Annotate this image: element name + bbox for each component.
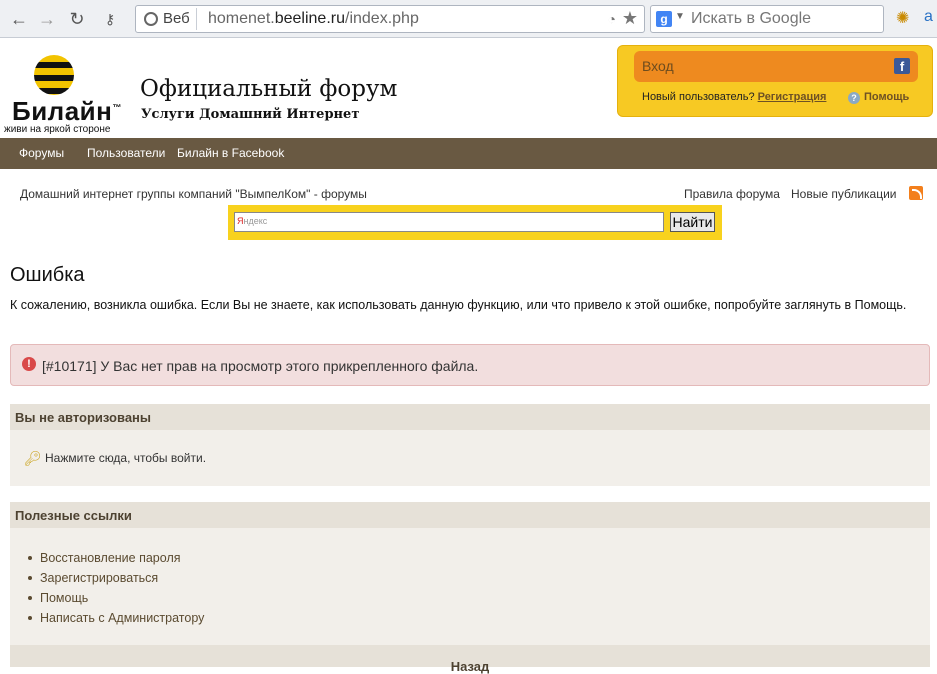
login-prompt-link[interactable]: Нажмите сюда, чтобы войти.	[45, 451, 206, 465]
new-posts-link[interactable]: Новые публикации	[791, 187, 897, 201]
rss-icon[interactable]	[909, 186, 923, 200]
url-chip[interactable]: Веб	[139, 8, 197, 30]
nav-item-facebook[interactable]: Билайн в Facebook	[177, 146, 284, 160]
useful-links-list: Восстановление пароля Зарегистрироваться…	[28, 550, 204, 630]
key-icon: 🔑︎	[24, 450, 42, 466]
page-title: Официальный форум	[140, 76, 398, 102]
beeline-logo[interactable]: Билайн™ живи на яркой стороне	[2, 52, 121, 138]
url-text[interactable]: homenet.beeline.ru/index.php	[208, 10, 419, 28]
google-icon: g	[656, 11, 672, 27]
list-item[interactable]: Зарегистрироваться	[28, 570, 204, 590]
list-item[interactable]: Написать с Администратору	[28, 610, 204, 630]
nav-item-users[interactable]: Пользователи	[87, 146, 165, 160]
facebook-icon[interactable]: f	[894, 58, 910, 74]
yandex-search: Яндекс Найти	[228, 205, 722, 240]
back-arrow-icon[interactable]: ←	[8, 8, 30, 30]
back-bar: Назад	[10, 645, 930, 674]
key-toolbar-icon[interactable]: ⚷	[96, 8, 124, 30]
list-item[interactable]: Помощь	[28, 590, 204, 610]
brand-slogan: живи на яркой стороне	[4, 124, 111, 135]
error-heading: Ошибка	[10, 264, 85, 286]
alert-text: [#10171] У Вас нет прав на просмотр этог…	[42, 358, 479, 374]
extension-icon[interactable]: ✺	[896, 8, 909, 28]
google-search-box[interactable]: g ▼ Искать в Google	[650, 5, 884, 33]
globe-icon	[144, 12, 158, 26]
chevron-down-icon[interactable]: ▼	[675, 11, 685, 22]
brand-name: Билайн™	[12, 96, 122, 126]
new-user-text: Новый пользователь? Регистрация	[642, 91, 827, 103]
login-label: Вход	[642, 58, 674, 74]
not-authorized-title: Вы не авторизованы	[10, 404, 930, 430]
forward-arrow-icon[interactable]: →	[36, 8, 58, 30]
error-alert: ! [#10171] У Вас нет прав на просмотр эт…	[10, 344, 930, 386]
browser-toolbar: ← → ↻ ⚷ Веб homenet.beeline.ru/index.php…	[0, 0, 937, 38]
help-icon: ?	[848, 92, 860, 104]
yandex-search-button[interactable]: Найти	[670, 212, 715, 232]
help-link[interactable]: ? Помощь	[848, 91, 909, 104]
useful-links-title: Полезные ссылки	[10, 502, 930, 528]
yandex-search-input[interactable]: Яндекс	[234, 212, 664, 232]
list-item[interactable]: Восстановление пароля	[28, 550, 204, 570]
breadcrumb[interactable]: Домашний интернет группы компаний "Вымпе…	[20, 187, 367, 201]
feed-icon[interactable]: ◔	[608, 11, 616, 27]
forum-rules-link[interactable]: Правила форума	[684, 187, 780, 201]
search-input[interactable]: Искать в Google	[691, 10, 811, 28]
page-subtitle: Услуги Домашний Интернет	[141, 107, 360, 122]
register-link[interactable]: Регистрация	[758, 91, 827, 103]
reload-icon[interactable]: ↻	[66, 8, 88, 30]
address-bar[interactable]: Веб homenet.beeline.ru/index.php ◔ ★	[135, 5, 645, 33]
error-intro: К сожалению, возникла ошибка. Если Вы не…	[10, 298, 907, 312]
login-button[interactable]: Вход f	[634, 51, 918, 82]
star-icon[interactable]: ★	[622, 8, 638, 29]
error-icon: !	[22, 357, 36, 371]
translate-icon[interactable]: a	[924, 8, 933, 26]
main-nav: Форумы Пользователи Билайн в Facebook	[0, 138, 937, 169]
nav-item-forums[interactable]: Форумы	[19, 146, 64, 160]
login-box: Вход f Новый пользователь? Регистрация ?…	[617, 45, 933, 117]
beeline-stripes-logo	[34, 55, 74, 95]
